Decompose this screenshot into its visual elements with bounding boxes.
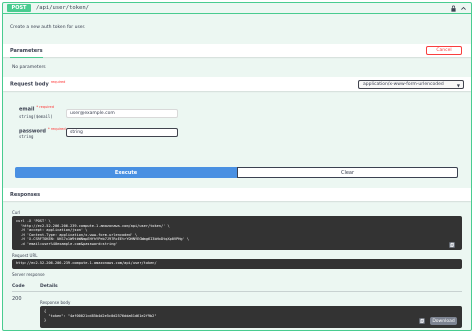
password-field-type: string [19, 134, 34, 139]
response-body-label: Response body [40, 300, 71, 305]
header-divider [12, 291, 462, 292]
content-type-select[interactable]: application/x-www-form-urlencoded ▼ [358, 80, 464, 89]
details-column-header: Details [40, 284, 58, 289]
email-field-label: email [19, 106, 35, 113]
operation-path: /api/user/token/ [36, 5, 89, 11]
email-field-name: email * required [19, 105, 54, 113]
execute-wrapper: Execute Clear [15, 167, 458, 178]
curl-code-block: curl -X 'POST' \ 'http://ec2-52-206-206-… [12, 216, 462, 250]
request-url-block: http://ec2-52-206-206-239.compute-1.amaz… [12, 259, 462, 269]
no-parameters-text: No parameters [12, 65, 46, 70]
curl-line: -d 'email=user%40example.com&password=st… [16, 241, 118, 246]
cancel-button[interactable]: Cancel [426, 46, 462, 55]
email-field[interactable]: user@example.com [66, 109, 178, 118]
responses-header: Responses [3, 188, 471, 201]
lock-icon[interactable] [450, 5, 457, 12]
request-url-label: Request URL [12, 253, 38, 258]
required-mark: required [50, 80, 66, 85]
parameters-title[interactable]: Parameters [10, 48, 43, 58]
parameters-header: Parameters Cancel [3, 44, 471, 58]
content-type-value: application/x-www-form-urlencoded [363, 82, 444, 87]
curl-label: Curl [12, 210, 21, 215]
request-body-title: Request body required [10, 80, 65, 88]
request-body-label: Request body [10, 81, 49, 88]
operation-summary[interactable]: POST /api/user/token/ [3, 3, 471, 14]
dropdown-arrow-icon: ▼ [456, 83, 460, 88]
method-badge: POST [7, 4, 31, 12]
chevron-up-icon[interactable] [460, 5, 467, 12]
password-required-mark: * required [48, 127, 66, 131]
server-response-label: Server response [12, 272, 45, 277]
body-line: } [44, 318, 47, 323]
status-code: 200 [12, 296, 22, 302]
operation-description: Create a new auth token for user. [10, 25, 86, 30]
response-body-block: { "token": "4af00021cd85b4d2e5c0d2576dda… [40, 306, 462, 328]
code-column-header: Code [12, 284, 25, 289]
email-field-type: string($email) [19, 114, 53, 119]
execute-button[interactable]: Execute [15, 167, 237, 178]
password-field[interactable]: string [66, 128, 178, 137]
request-body-header: Request body required application/x-www-f… [3, 77, 471, 91]
email-required-mark: * required [36, 105, 54, 109]
copy-icon[interactable] [449, 242, 455, 248]
clear-button[interactable]: Clear [237, 167, 458, 178]
operation-block: POST /api/user/token/ Create a new auth … [2, 2, 472, 331]
copy-icon[interactable] [419, 318, 425, 324]
responses-title: Responses [10, 191, 41, 198]
download-button[interactable]: Download [430, 317, 457, 325]
